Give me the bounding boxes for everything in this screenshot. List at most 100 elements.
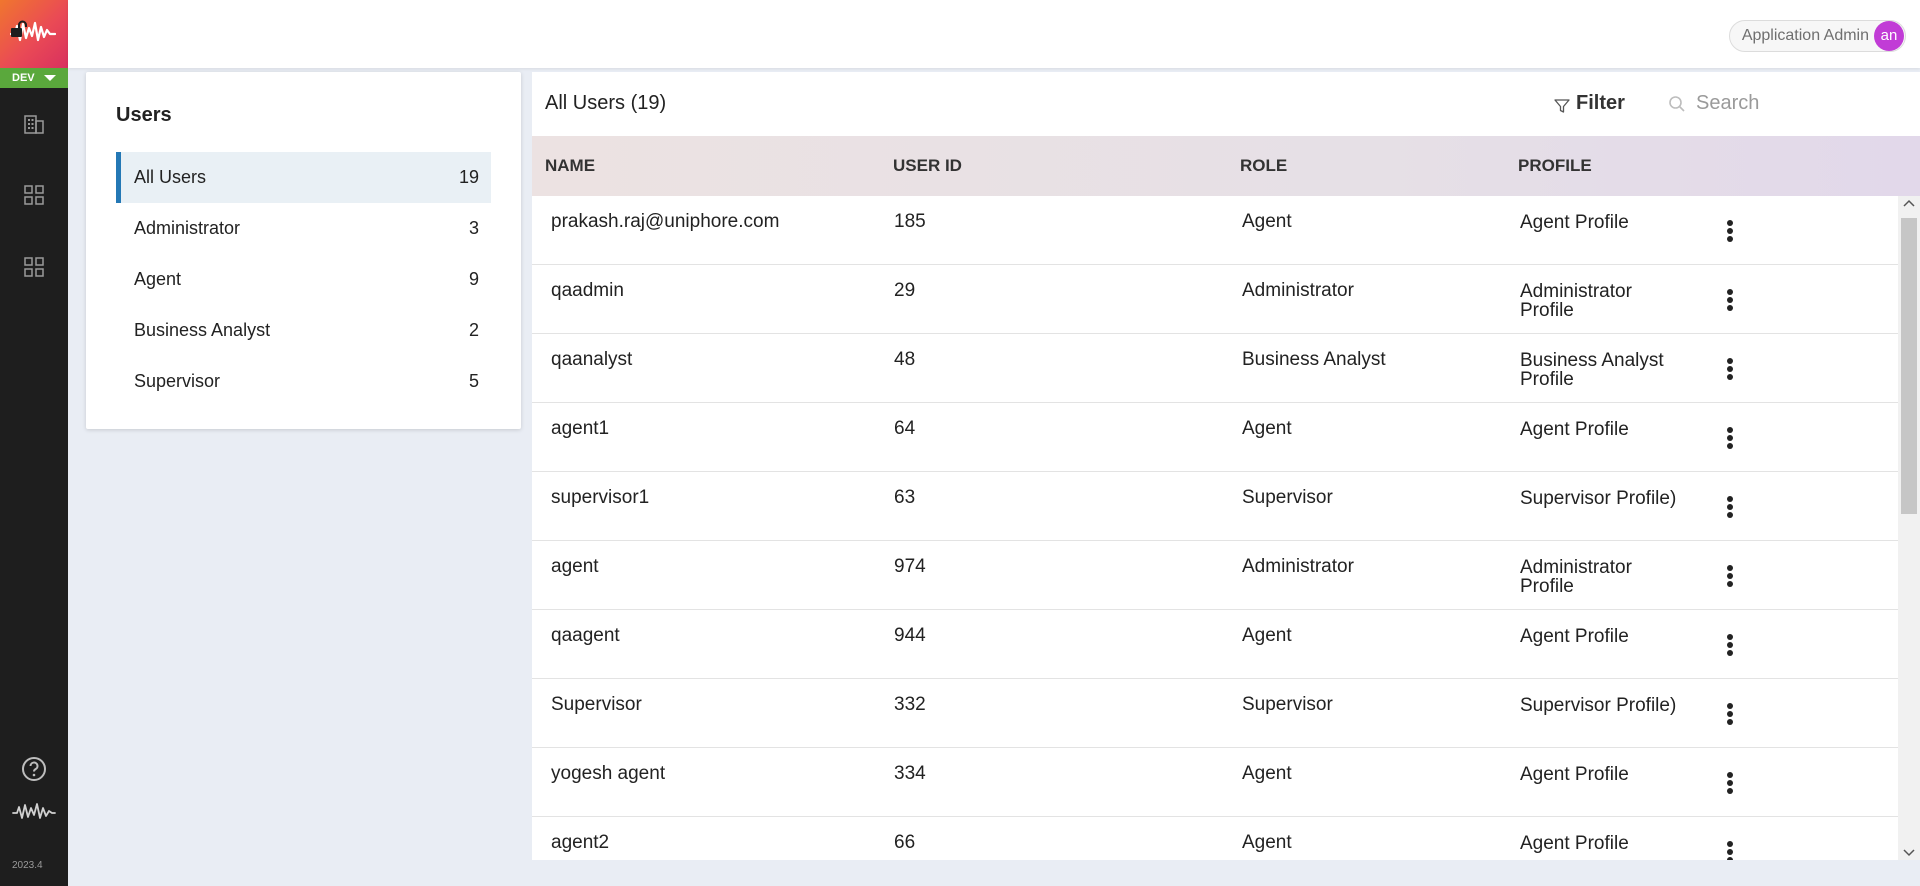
group-count: 5 bbox=[468, 371, 479, 391]
left-rail: DEV 2023.4 bbox=[0, 0, 68, 886]
cell-role: Business Analyst bbox=[1242, 349, 1386, 370]
cell-name: prakash.raj@uniphore.com bbox=[551, 211, 780, 232]
grid-icon[interactable] bbox=[22, 183, 46, 207]
row-menu-icon[interactable] bbox=[1720, 496, 1740, 520]
table-row[interactable]: agent 974 Administrator Administrator Pr… bbox=[532, 541, 1898, 610]
cell-role: Agent bbox=[1242, 832, 1292, 853]
chevron-down-icon bbox=[44, 75, 56, 81]
group-count: 2 bbox=[468, 320, 479, 340]
group-item-agent[interactable]: Agent 9 bbox=[116, 254, 491, 305]
column-header-profile[interactable]: PROFILE bbox=[1518, 136, 1592, 196]
table-scrollbar[interactable] bbox=[1898, 196, 1920, 860]
search-icon bbox=[1669, 96, 1685, 112]
filter-icon bbox=[1554, 99, 1570, 113]
group-list: All Users 19 Administrator 3 Agent 9 Bus… bbox=[116, 152, 491, 407]
cell-user-id: 944 bbox=[894, 625, 926, 646]
column-header-user-id[interactable]: USER ID bbox=[893, 136, 962, 196]
chevron-down-icon[interactable] bbox=[1903, 848, 1915, 858]
cell-name: qaagent bbox=[551, 625, 620, 646]
row-menu-icon[interactable] bbox=[1720, 841, 1740, 860]
group-item-business-analyst[interactable]: Business Analyst 2 bbox=[116, 305, 491, 356]
group-item-supervisor[interactable]: Supervisor 5 bbox=[116, 356, 491, 407]
column-header-role[interactable]: ROLE bbox=[1240, 136, 1287, 196]
chevron-up-icon[interactable] bbox=[1903, 198, 1915, 208]
search-box bbox=[1662, 86, 1920, 120]
table-row[interactable]: Supervisor 332 Supervisor Supervisor Pro… bbox=[532, 679, 1898, 748]
cell-role: Supervisor bbox=[1242, 487, 1333, 508]
cell-user-id: 64 bbox=[894, 418, 916, 439]
cell-role: Administrator bbox=[1242, 280, 1354, 301]
group-item-all-users[interactable]: All Users 19 bbox=[116, 152, 491, 203]
environment-selector[interactable]: DEV bbox=[0, 68, 68, 88]
cell-role: Agent bbox=[1242, 763, 1292, 784]
cell-role: Agent bbox=[1242, 418, 1292, 439]
row-menu-icon[interactable] bbox=[1720, 358, 1740, 382]
user-name: Application Admin bbox=[1741, 27, 1869, 44]
cell-profile: Business Analyst Profile bbox=[1520, 350, 1664, 390]
table-row[interactable]: supervisor1 63 Supervisor Supervisor Pro… bbox=[532, 472, 1898, 541]
user-groups-panel: Users All Users 19 Administrator 3 Agent… bbox=[86, 72, 521, 429]
cell-profile: Agent Profile bbox=[1520, 833, 1629, 854]
environment-label: DEV bbox=[12, 72, 35, 84]
row-menu-icon[interactable] bbox=[1720, 289, 1740, 313]
cell-profile: Supervisor Profile) bbox=[1520, 695, 1677, 716]
group-count: 3 bbox=[468, 218, 479, 238]
table-row[interactable]: qaadmin 29 Administrator Administrator P… bbox=[532, 265, 1898, 334]
unlock-icon[interactable] bbox=[10, 20, 28, 38]
table-row[interactable]: yogesh agent 334 Agent Agent Profile bbox=[532, 748, 1898, 817]
building-icon[interactable] bbox=[22, 112, 46, 136]
cell-user-id: 29 bbox=[894, 280, 916, 301]
page-title: All Users (19) bbox=[545, 92, 667, 114]
row-menu-icon[interactable] bbox=[1720, 427, 1740, 451]
grid-icon[interactable] bbox=[22, 255, 46, 279]
table-row[interactable]: qaagent 944 Agent Agent Profile bbox=[532, 610, 1898, 679]
group-label: Business Analyst bbox=[134, 320, 271, 340]
table-row[interactable]: qaanalyst 48 Business Analyst Business A… bbox=[532, 334, 1898, 403]
panel-title: Users bbox=[116, 104, 172, 126]
scrollbar-thumb[interactable] bbox=[1901, 218, 1917, 514]
search-input[interactable] bbox=[1696, 86, 1916, 120]
column-header-name[interactable]: NAME bbox=[545, 136, 595, 196]
group-count: 19 bbox=[458, 167, 479, 187]
avatar: an bbox=[1874, 21, 1904, 51]
cell-user-id: 332 bbox=[894, 694, 926, 715]
cell-profile: Agent Profile bbox=[1520, 764, 1629, 785]
app-logo[interactable] bbox=[0, 0, 68, 68]
group-label: All Users bbox=[134, 167, 207, 187]
cell-user-id: 48 bbox=[894, 349, 916, 370]
row-menu-icon[interactable] bbox=[1720, 703, 1740, 727]
wave-logo-icon bbox=[12, 803, 56, 819]
table-header: NAME USER ID ROLE PROFILE bbox=[532, 136, 1920, 196]
user-menu[interactable]: Application Admin an bbox=[1728, 20, 1906, 52]
cell-name: qaanalyst bbox=[551, 349, 633, 370]
help-icon[interactable] bbox=[21, 756, 47, 782]
cell-name: Supervisor bbox=[551, 694, 642, 715]
cell-profile: Administrator Profile bbox=[1520, 281, 1632, 321]
row-menu-icon[interactable] bbox=[1720, 565, 1740, 589]
cell-role: Agent bbox=[1242, 211, 1292, 232]
table-body: prakash.raj@uniphore.com 185 Agent Agent… bbox=[532, 196, 1898, 860]
cell-name: qaadmin bbox=[551, 280, 624, 301]
row-menu-icon[interactable] bbox=[1720, 772, 1740, 796]
top-bar: Application Admin an bbox=[68, 0, 1920, 68]
group-item-administrator[interactable]: Administrator 3 bbox=[116, 203, 491, 254]
group-label: Supervisor bbox=[134, 371, 221, 391]
filter-button[interactable]: Filter bbox=[1554, 92, 1625, 115]
cell-profile: Agent Profile bbox=[1520, 212, 1629, 233]
group-count: 9 bbox=[468, 269, 479, 289]
app-version: 2023.4 bbox=[12, 860, 43, 871]
cell-user-id: 66 bbox=[894, 832, 916, 853]
cell-user-id: 334 bbox=[894, 763, 926, 784]
cell-profile: Administrator Profile bbox=[1520, 557, 1632, 597]
cell-user-id: 185 bbox=[894, 211, 926, 232]
row-menu-icon[interactable] bbox=[1720, 634, 1740, 658]
cell-profile: Agent Profile bbox=[1520, 626, 1629, 647]
cell-role: Agent bbox=[1242, 625, 1292, 646]
table-row[interactable]: agent1 64 Agent Agent Profile bbox=[532, 403, 1898, 472]
cell-name: agent1 bbox=[551, 418, 610, 439]
group-label: Administrator bbox=[134, 218, 241, 238]
cell-name: agent bbox=[551, 556, 599, 577]
table-row[interactable]: agent2 66 Agent Agent Profile bbox=[532, 817, 1898, 860]
row-menu-icon[interactable] bbox=[1720, 220, 1740, 244]
table-row[interactable]: prakash.raj@uniphore.com 185 Agent Agent… bbox=[532, 196, 1898, 265]
